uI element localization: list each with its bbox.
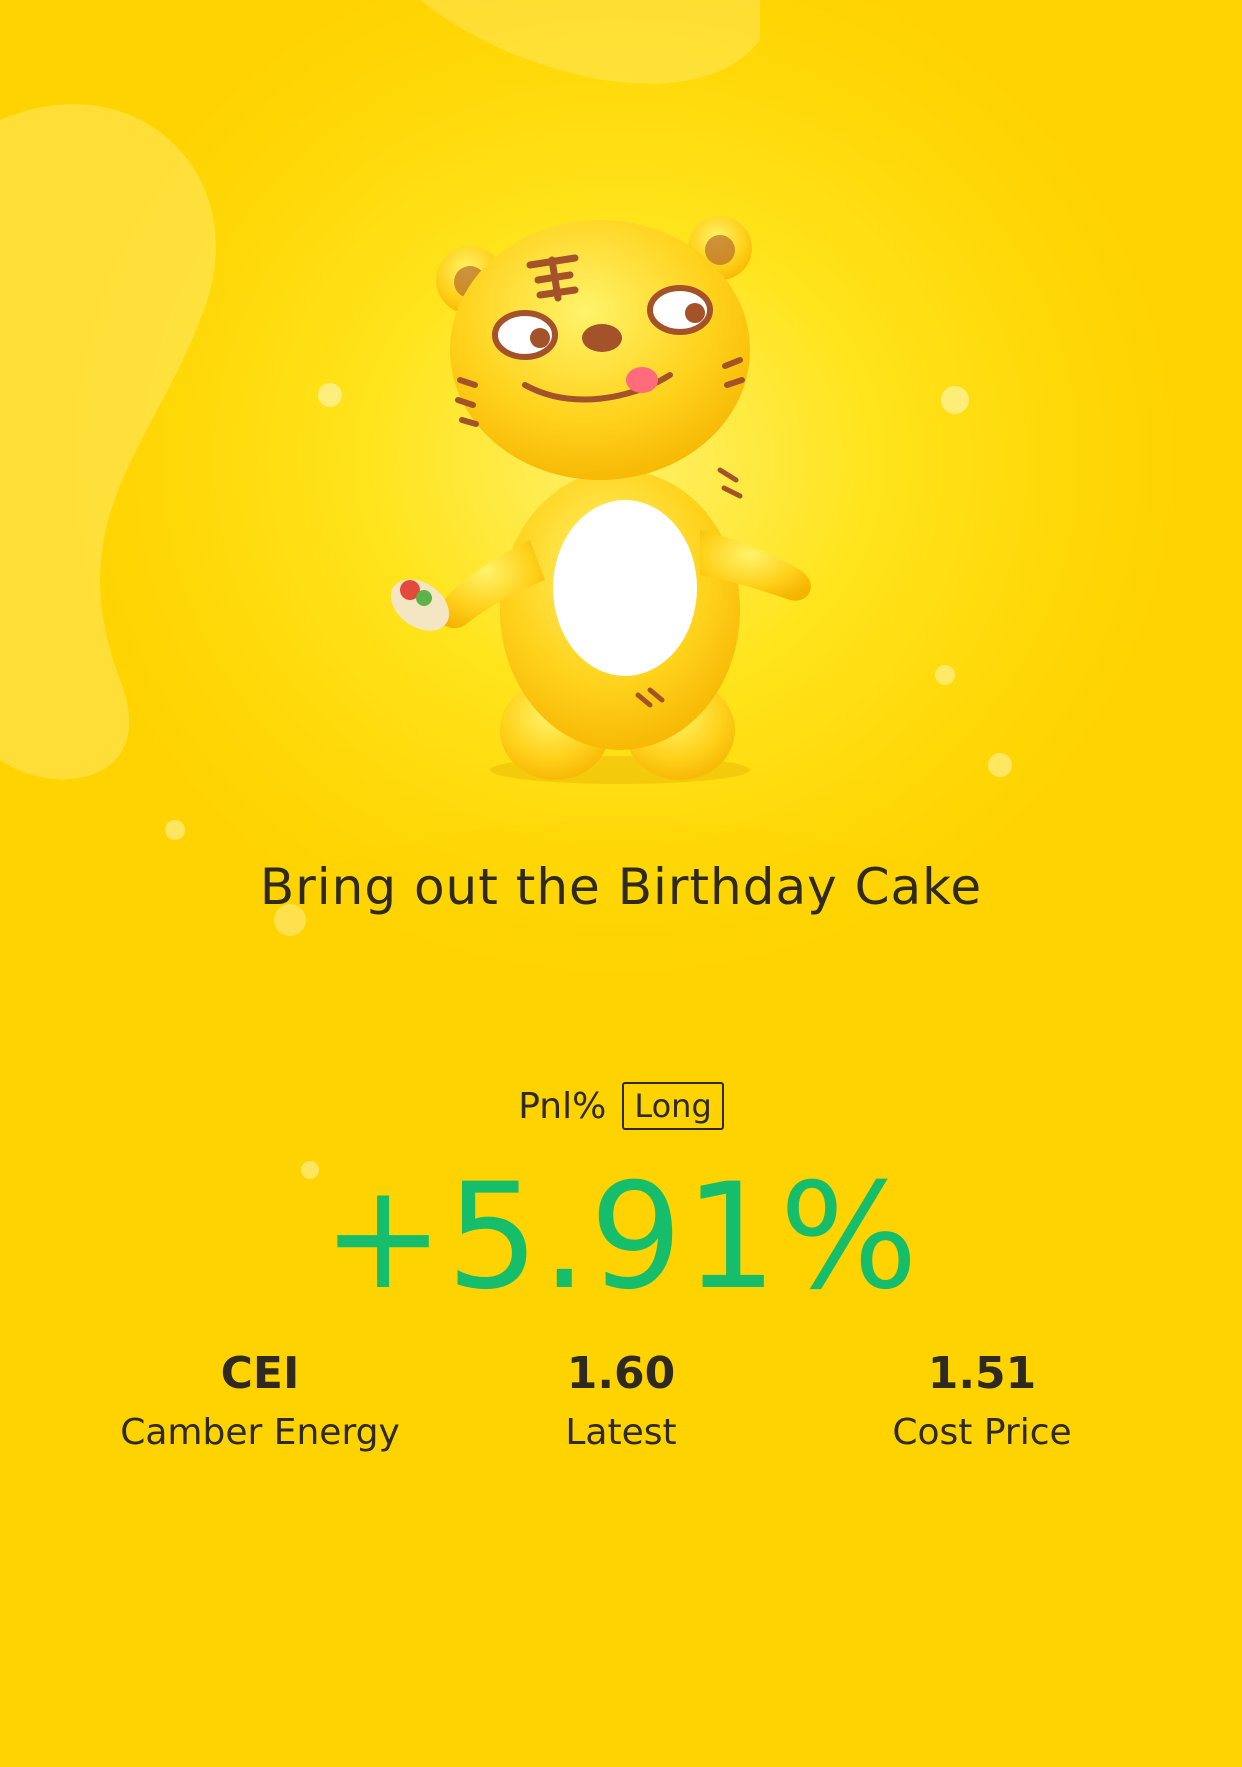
stat-cost: 1.51 Cost Price — [802, 1345, 1162, 1463]
cost-price: 1.51 — [927, 1348, 1037, 1399]
pnl-label: Pnl% — [518, 1085, 607, 1127]
latest-label: Latest — [565, 1412, 677, 1453]
pnl-percentage: +5.91% — [321, 1152, 921, 1322]
stat-symbol: CEI Camber Energy — [80, 1345, 440, 1463]
share-card: Bring out the Birthday Cake Pnl% Long +5… — [0, 0, 1242, 1767]
position-stats: CEI Camber Energy 1.60 Latest 1.51 Cost … — [0, 1345, 1242, 1465]
stat-latest: 1.60 Latest — [441, 1345, 801, 1463]
stock-symbol: CEI — [220, 1348, 300, 1399]
position-type-badge: Long — [622, 1082, 724, 1130]
cost-price-label: Cost Price — [892, 1412, 1072, 1453]
pnl-header: Pnl% Long — [0, 1082, 1242, 1130]
tiger-mascot-icon — [390, 216, 811, 784]
stock-name: Camber Energy — [120, 1412, 400, 1453]
latest-price: 1.60 — [566, 1348, 676, 1399]
achievement-title: Bring out the Birthday Cake — [259, 858, 983, 916]
